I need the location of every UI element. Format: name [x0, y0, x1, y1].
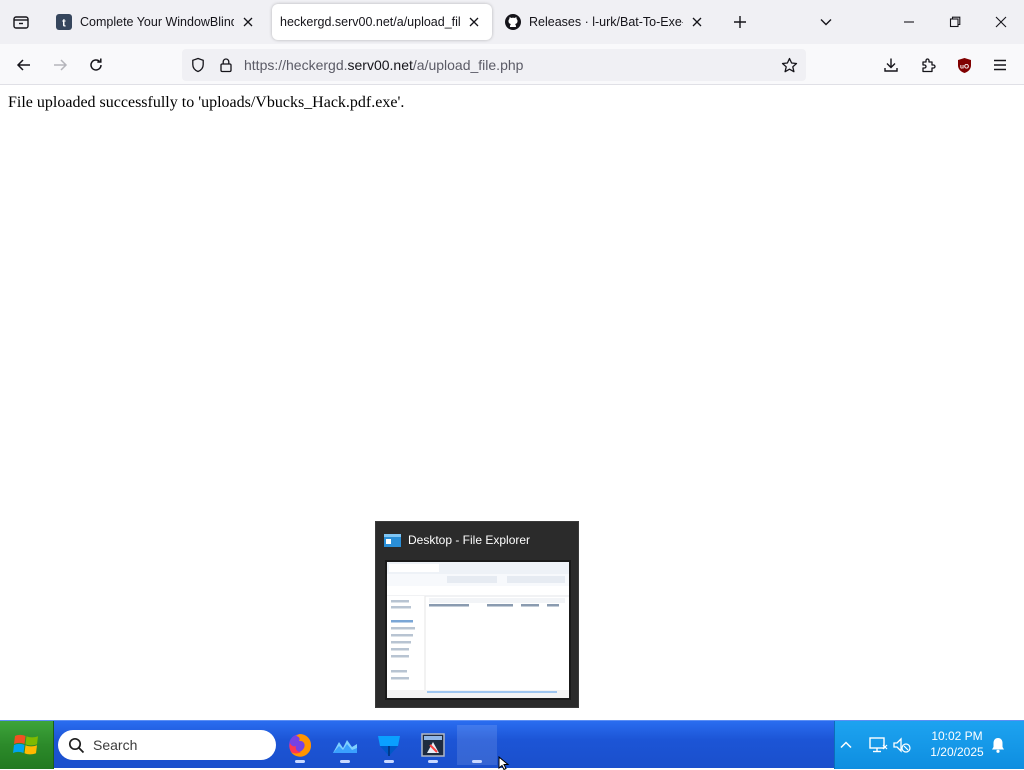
- restore-button[interactable]: [932, 0, 978, 44]
- tab-github-releases[interactable]: Releases · l-urk/Bat-To-Exe-Con: [497, 4, 715, 40]
- forward-arrow-icon: [54, 59, 68, 71]
- lock-icon[interactable]: [216, 55, 236, 75]
- clock-date: 1/20/2025: [930, 745, 984, 759]
- file-explorer-thumbnail: [387, 562, 569, 698]
- show-hidden-icons-button[interactable]: [835, 734, 857, 756]
- taskbar-app-photos[interactable]: [325, 725, 365, 765]
- ublock-origin-button[interactable]: uO: [949, 50, 979, 80]
- tab-title: Releases · l-urk/Bat-To-Exe-Con: [529, 15, 683, 29]
- minimize-button[interactable]: [886, 0, 932, 44]
- tab-strip: t Complete Your WindowBlinds 1 heckergd.…: [0, 0, 1024, 44]
- app-menu-button[interactable]: [985, 50, 1015, 80]
- download-icon: [884, 58, 898, 72]
- bat-to-exe-icon: [421, 733, 445, 757]
- taskbar-search-box[interactable]: Search: [58, 730, 276, 760]
- url-text: https://heckergd.serv00.net/a/upload_fil…: [244, 57, 523, 73]
- address-bar[interactable]: https://heckergd.serv00.net/a/upload_fil…: [182, 49, 806, 81]
- plus-icon: [734, 16, 746, 28]
- taskbar-app-file-explorer[interactable]: [457, 725, 497, 765]
- tracking-protection-shield-icon[interactable]: [188, 55, 208, 75]
- search-icon: [68, 737, 85, 753]
- chevron-down-icon: [820, 19, 832, 26]
- reload-button[interactable]: [81, 50, 111, 80]
- tab-overflow-button[interactable]: [812, 8, 840, 36]
- clock-time: 10:02 PM: [931, 729, 983, 743]
- navigation-toolbar: https://heckergd.serv00.net/a/upload_fil…: [0, 44, 1024, 85]
- reload-icon: [90, 58, 102, 71]
- bookmark-star-icon[interactable]: [779, 55, 799, 75]
- extensions-button[interactable]: [913, 50, 943, 80]
- taskbar-app-windowblinds[interactable]: [369, 725, 409, 765]
- network-status-button[interactable]: [867, 734, 889, 756]
- puzzle-piece-icon: [921, 57, 936, 72]
- upload-status-message: File uploaded successfully to 'uploads/V…: [8, 94, 405, 111]
- tab-manager-icon: [13, 16, 29, 29]
- file-explorer-icon: [384, 534, 401, 547]
- taskbar-app-bat-to-exe[interactable]: [413, 725, 453, 765]
- running-indicator: [428, 760, 438, 763]
- tab-title: heckergd.serv00.net/a/upload_file.p: [280, 15, 460, 29]
- hamburger-menu-icon: [994, 59, 1006, 71]
- github-icon: [505, 14, 521, 30]
- tumblr-t-icon: t: [56, 14, 72, 30]
- firefox-icon: [289, 734, 312, 757]
- close-tab-icon[interactable]: [464, 12, 484, 32]
- back-arrow-icon: [16, 59, 30, 71]
- tab-title: Complete Your WindowBlinds 1: [80, 15, 234, 29]
- tab-upload-file[interactable]: heckergd.serv00.net/a/upload_file.p: [272, 4, 492, 40]
- preview-title: Desktop - File Explorer: [408, 533, 531, 547]
- close-tab-icon[interactable]: [238, 12, 258, 32]
- notifications-button[interactable]: [987, 734, 1009, 756]
- volume-status-button[interactable]: [891, 734, 913, 756]
- url-domain: serv00.net: [347, 57, 413, 73]
- ublock-origin-icon: uO: [957, 57, 971, 73]
- url-path: /a/upload_file.php: [412, 57, 524, 73]
- downloads-button[interactable]: [876, 50, 906, 80]
- close-icon: [995, 16, 1007, 28]
- running-indicator: [340, 760, 350, 763]
- windowblinds-icon: [378, 736, 400, 756]
- list-all-tabs-button[interactable]: [0, 0, 42, 44]
- taskbar-window-preview[interactable]: Desktop - File Explorer: [375, 521, 579, 708]
- taskbar: Search 10:02 PM 1/20/2025: [0, 720, 1024, 769]
- network-icon: [869, 737, 888, 753]
- running-indicator: [295, 760, 305, 763]
- new-tab-button[interactable]: [726, 8, 754, 36]
- forward-button[interactable]: [45, 50, 75, 80]
- svg-text:t: t: [62, 18, 66, 30]
- tab-windowblinds[interactable]: t Complete Your WindowBlinds 1: [48, 4, 266, 40]
- running-indicator: [472, 760, 482, 763]
- system-tray: 10:02 PM 1/20/2025: [834, 721, 1024, 769]
- start-button[interactable]: [0, 721, 54, 769]
- volume-muted-icon: [893, 737, 911, 753]
- back-button[interactable]: [9, 50, 39, 80]
- bell-icon: [992, 738, 1004, 753]
- svg-text:uO: uO: [959, 63, 968, 70]
- windows-logo-icon: [12, 734, 38, 755]
- restore-icon: [949, 16, 961, 28]
- close-tab-icon[interactable]: [687, 12, 707, 32]
- photos-icon: [333, 740, 357, 753]
- chevron-up-icon: [840, 741, 852, 749]
- close-window-button[interactable]: [978, 0, 1024, 44]
- preview-thumbnail: [385, 560, 571, 700]
- minimize-icon: [904, 21, 914, 23]
- search-placeholder: Search: [93, 737, 138, 753]
- taskbar-app-firefox[interactable]: [280, 725, 320, 765]
- running-indicator: [384, 760, 394, 763]
- url-prefix: https://heckergd.: [244, 57, 348, 73]
- clock[interactable]: 10:02 PM 1/20/2025: [921, 728, 993, 760]
